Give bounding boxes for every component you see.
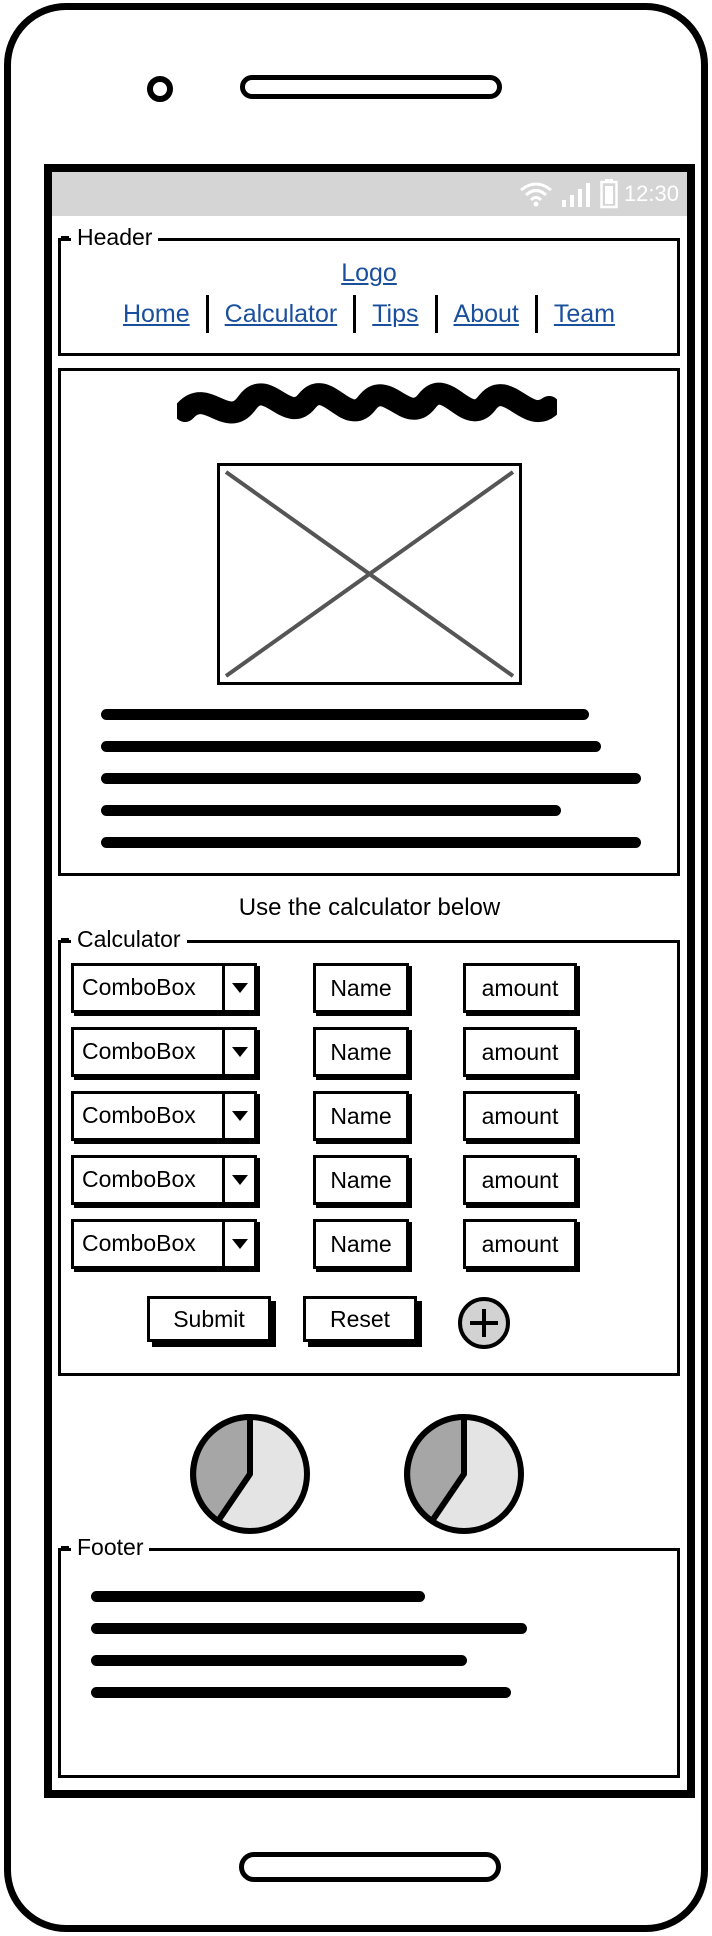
amount-field[interactable]: amount [463, 1155, 577, 1205]
nav-divider [434, 295, 438, 333]
amount-field[interactable]: amount [463, 1091, 577, 1141]
nav-home[interactable]: Home [123, 300, 190, 329]
name-field[interactable]: Name [313, 1091, 409, 1141]
nav-team[interactable]: Team [554, 300, 615, 329]
signal-icon [561, 183, 590, 207]
chevron-down-icon[interactable] [222, 1030, 254, 1074]
add-row-icon[interactable] [458, 1297, 510, 1349]
wifi-icon [520, 182, 552, 207]
text-scribble [101, 837, 641, 848]
status-time: 12:30 [623, 181, 679, 206]
status-bar: 12:30 [52, 172, 687, 216]
name-field[interactable]: Name [313, 1219, 409, 1269]
chevron-down-icon[interactable] [222, 1094, 254, 1138]
text-scribble [91, 1623, 527, 1634]
footer-label: Footer [60, 1533, 150, 1561]
nav-calculator[interactable]: Calculator [225, 300, 338, 329]
chevron-down-icon[interactable] [222, 1222, 254, 1266]
nav-about[interactable]: About [454, 300, 519, 329]
text-scribble [101, 741, 601, 752]
home-button[interactable] [239, 1852, 501, 1882]
chevron-down-icon[interactable] [222, 1158, 254, 1202]
text-scribble [91, 1655, 467, 1666]
calculator-instruction: Use the calculator below [238, 894, 501, 921]
calculator-label: Calculator [61, 925, 187, 953]
amount-field[interactable]: amount [463, 1027, 577, 1077]
phone-screen: 12:30 Header Logo Home Calculator Tips A… [44, 164, 695, 1798]
text-scribble [91, 1591, 425, 1602]
combo-box[interactable]: ComboBox [71, 1027, 257, 1077]
combo-box[interactable]: ComboBox [71, 1091, 257, 1141]
content-group [58, 368, 680, 876]
text-scribble [101, 773, 641, 784]
phone-frame: 12:30 Header Logo Home Calculator Tips A… [4, 3, 708, 1932]
camera-icon [147, 76, 173, 102]
scribbled-heading [177, 382, 557, 424]
amount-field[interactable]: amount [463, 963, 577, 1013]
name-field[interactable]: Name [313, 963, 409, 1013]
text-scribble [101, 709, 589, 720]
logo-link[interactable]: Logo [341, 259, 397, 287]
nav-tips[interactable]: Tips [372, 300, 418, 329]
pie-chart-icon [404, 1414, 524, 1534]
chevron-down-icon[interactable] [222, 966, 254, 1010]
battery-icon [600, 179, 618, 209]
reset-button[interactable]: Reset [303, 1296, 417, 1342]
header-group: Header Logo Home Calculator Tips About T… [58, 223, 680, 356]
image-placeholder-icon [217, 463, 522, 685]
pie-chart-icon [190, 1414, 310, 1534]
nav-divider [205, 295, 209, 333]
nav-bar: Home Calculator Tips About Team [61, 295, 677, 333]
name-field[interactable]: Name [313, 1027, 409, 1077]
combo-box[interactable]: ComboBox [71, 963, 257, 1013]
combo-box[interactable]: ComboBox [71, 1219, 257, 1269]
nav-divider [353, 295, 357, 333]
name-field[interactable]: Name [313, 1155, 409, 1205]
header-label: Header [60, 223, 159, 251]
nav-divider [534, 295, 538, 333]
amount-field[interactable]: amount [463, 1219, 577, 1269]
text-scribble [101, 805, 561, 816]
calculator-group: Calculator ComboBox Name amount ComboBox… [58, 925, 680, 1376]
combo-box[interactable]: ComboBox [71, 1155, 257, 1205]
footer-group: Footer [58, 1533, 680, 1778]
text-scribble [91, 1687, 511, 1698]
speaker-grille [240, 75, 502, 99]
submit-button[interactable]: Submit [147, 1296, 271, 1342]
